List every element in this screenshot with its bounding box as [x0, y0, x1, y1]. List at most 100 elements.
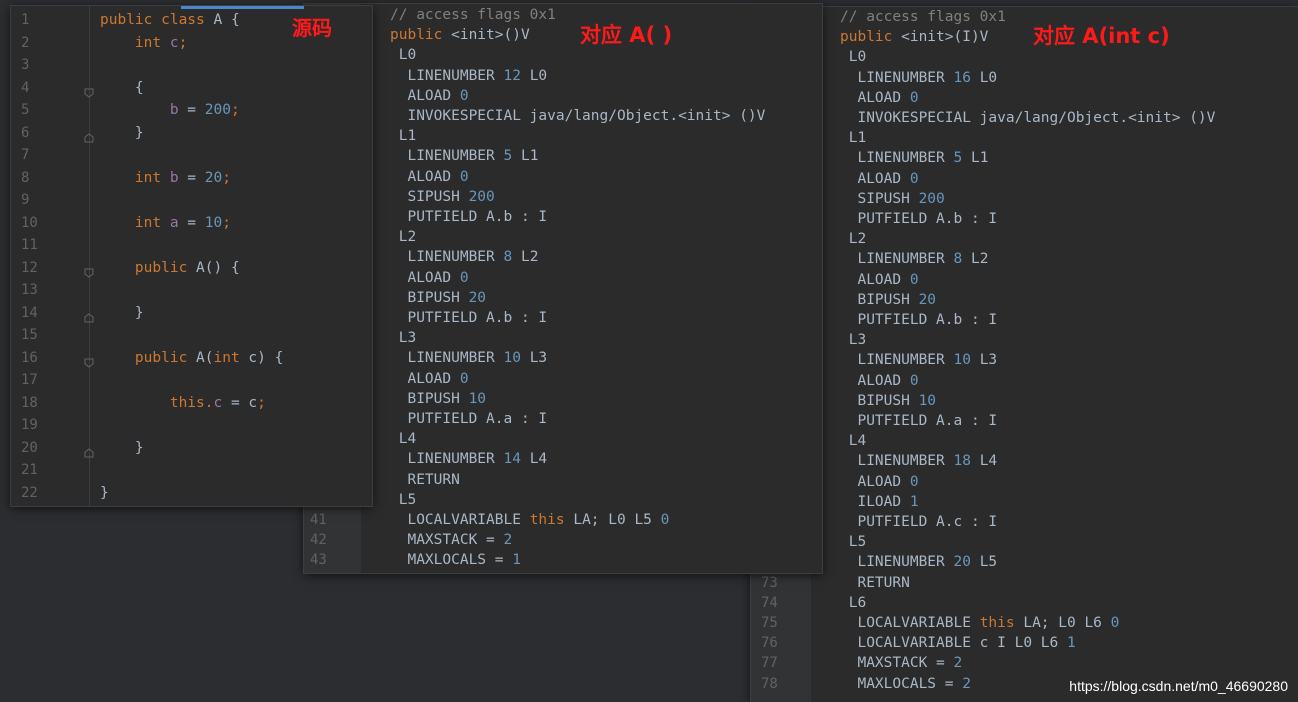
code-token: SIPUSH	[840, 190, 919, 207]
code-line: BIPUSH 10	[840, 391, 936, 411]
line-number: 15	[21, 327, 38, 343]
code-line: INVOKESPECIAL java/lang/Object.<init> ()…	[840, 108, 1215, 128]
code-token: LINENUMBER	[390, 350, 504, 367]
fold-marker-icon[interactable]	[84, 353, 94, 368]
line-number: 21	[21, 462, 38, 478]
code-token: LINENUMBER	[840, 251, 954, 268]
code-token: 10	[503, 350, 521, 367]
code-line: L3	[840, 330, 866, 350]
code-line: PUTFIELD A.b : I	[840, 209, 997, 229]
fold-marker-icon[interactable]	[84, 83, 94, 98]
code-token: 1	[909, 493, 919, 510]
code-line: public <init>()V	[390, 25, 530, 45]
code-token: 12	[503, 67, 521, 84]
code-token: 10	[204, 214, 223, 231]
annotation-label: 对应 A(int c)	[1033, 24, 1170, 48]
code-token: 8	[953, 251, 963, 268]
line-number: 11	[21, 237, 38, 253]
code-token: LA; L0 L6	[1023, 615, 1111, 631]
code-line: ILOAD 1	[840, 492, 919, 512]
code-line: LINENUMBER 12 L0	[390, 66, 547, 86]
code-token: public	[100, 259, 197, 276]
code-token: LOCALVARIABLE	[390, 512, 530, 528]
code-line: ALOAD 0	[840, 169, 918, 189]
code-token: LINENUMBER	[840, 554, 954, 571]
code-line: RETURN	[840, 573, 909, 593]
code-token: A() {	[196, 259, 240, 276]
code-token: 2	[953, 655, 963, 672]
fold-marker-icon[interactable]	[84, 128, 94, 142]
code-token: MAXSTACK =	[840, 655, 954, 672]
line-number: 8	[21, 169, 30, 186]
code-token: <init>()V	[451, 27, 530, 44]
code-token: L2	[390, 229, 417, 246]
code-line: LINENUMBER 8 L2	[840, 249, 988, 269]
line-number: 5	[21, 102, 30, 118]
code-token: 10	[918, 392, 937, 409]
code-token: this	[100, 394, 205, 411]
code-line: BIPUSH 10	[390, 389, 486, 409]
code-token: 14	[503, 451, 521, 468]
code-token: 0	[909, 473, 919, 490]
code-token: PUTFIELD A.a : I	[840, 413, 998, 429]
code-line: L4	[390, 429, 416, 449]
code-token: LINENUMBER	[390, 67, 504, 84]
code-token: L2	[962, 251, 989, 268]
line-number: 42	[310, 532, 327, 549]
code-token: }	[100, 439, 144, 456]
line-number: 22	[21, 484, 38, 501]
line-number: 1	[21, 12, 30, 28]
code-token: PUTFIELD A.b : I	[390, 209, 548, 225]
code-line: }	[100, 482, 109, 505]
code-line: LOCALVARIABLE this LA; L0 L6 0	[840, 613, 1119, 633]
code-line: SIPUSH 200	[840, 189, 945, 209]
code-token: LINENUMBER	[840, 453, 954, 470]
code-token: 0	[909, 271, 919, 288]
code-token: {	[100, 79, 144, 96]
code-line: ALOAD 0	[840, 472, 919, 492]
code-line: public A() {	[100, 257, 240, 280]
line-number: 73	[761, 574, 778, 591]
code-token: LOCALVARIABLE c I L0 L6	[840, 635, 1067, 652]
code-line: LOCALVARIABLE c I L0 L6 1	[840, 633, 1075, 653]
code-token: 200	[918, 190, 945, 207]
code-token: A {	[213, 12, 240, 28]
code-token: ALOAD	[390, 269, 460, 286]
line-number: 10	[21, 214, 38, 231]
line-number: 75	[761, 615, 778, 631]
code-line: PUTFIELD A.a : I	[840, 411, 997, 431]
code-line: LINENUMBER 5 L1	[390, 146, 538, 166]
code-line: INVOKESPECIAL java/lang/Object.<init> ()…	[390, 106, 765, 126]
code-line: L5	[840, 532, 866, 552]
code-token: .	[204, 394, 214, 411]
code-token: ;	[222, 169, 231, 186]
code-line: ALOAD 0	[840, 270, 919, 290]
code-token: ALOAD	[390, 168, 460, 185]
code-token: PUTFIELD A.b : I	[840, 312, 998, 328]
code-token: ALOAD	[390, 370, 460, 387]
code-token: L0	[520, 67, 548, 84]
code-token: }	[100, 304, 144, 321]
annotation-label: 源码	[292, 16, 332, 40]
source-panel: 1 2 3 4 5 6 7 8 9 10 11 12 13 14 15 16 17 18 19 20 21 22 publ…	[11, 6, 372, 506]
code-token: 20	[204, 169, 223, 186]
code-line: L2	[390, 227, 416, 247]
code-token: BIPUSH	[840, 291, 919, 308]
code-line: RETURN	[390, 470, 459, 490]
code-token: int	[100, 34, 170, 51]
code-token: L4	[970, 453, 998, 470]
fold-marker-icon[interactable]	[84, 263, 94, 278]
code-token: BIPUSH	[390, 289, 469, 306]
code-token: ALOAD	[390, 87, 460, 104]
line-number: 77	[761, 655, 778, 672]
code-token: 0	[459, 370, 469, 387]
code-line: L5	[390, 490, 416, 510]
code-line: // access flags 0x1	[390, 5, 556, 25]
fold-marker-icon[interactable]	[84, 443, 94, 457]
code-line: SIPUSH 200	[390, 187, 494, 207]
fold-marker-icon[interactable]	[84, 308, 94, 322]
code-token: LINENUMBER	[390, 148, 504, 165]
code-token: L5	[840, 534, 867, 551]
code-line: public A(int c) {	[100, 347, 283, 370]
code-token: L4	[390, 431, 417, 448]
